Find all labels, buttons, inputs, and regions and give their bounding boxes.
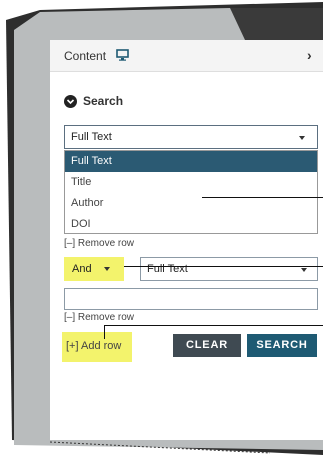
device-photo: Content › Search Full Text Full Text Tit… — [0, 0, 323, 455]
device-edge-dotted-line — [49, 441, 271, 454]
